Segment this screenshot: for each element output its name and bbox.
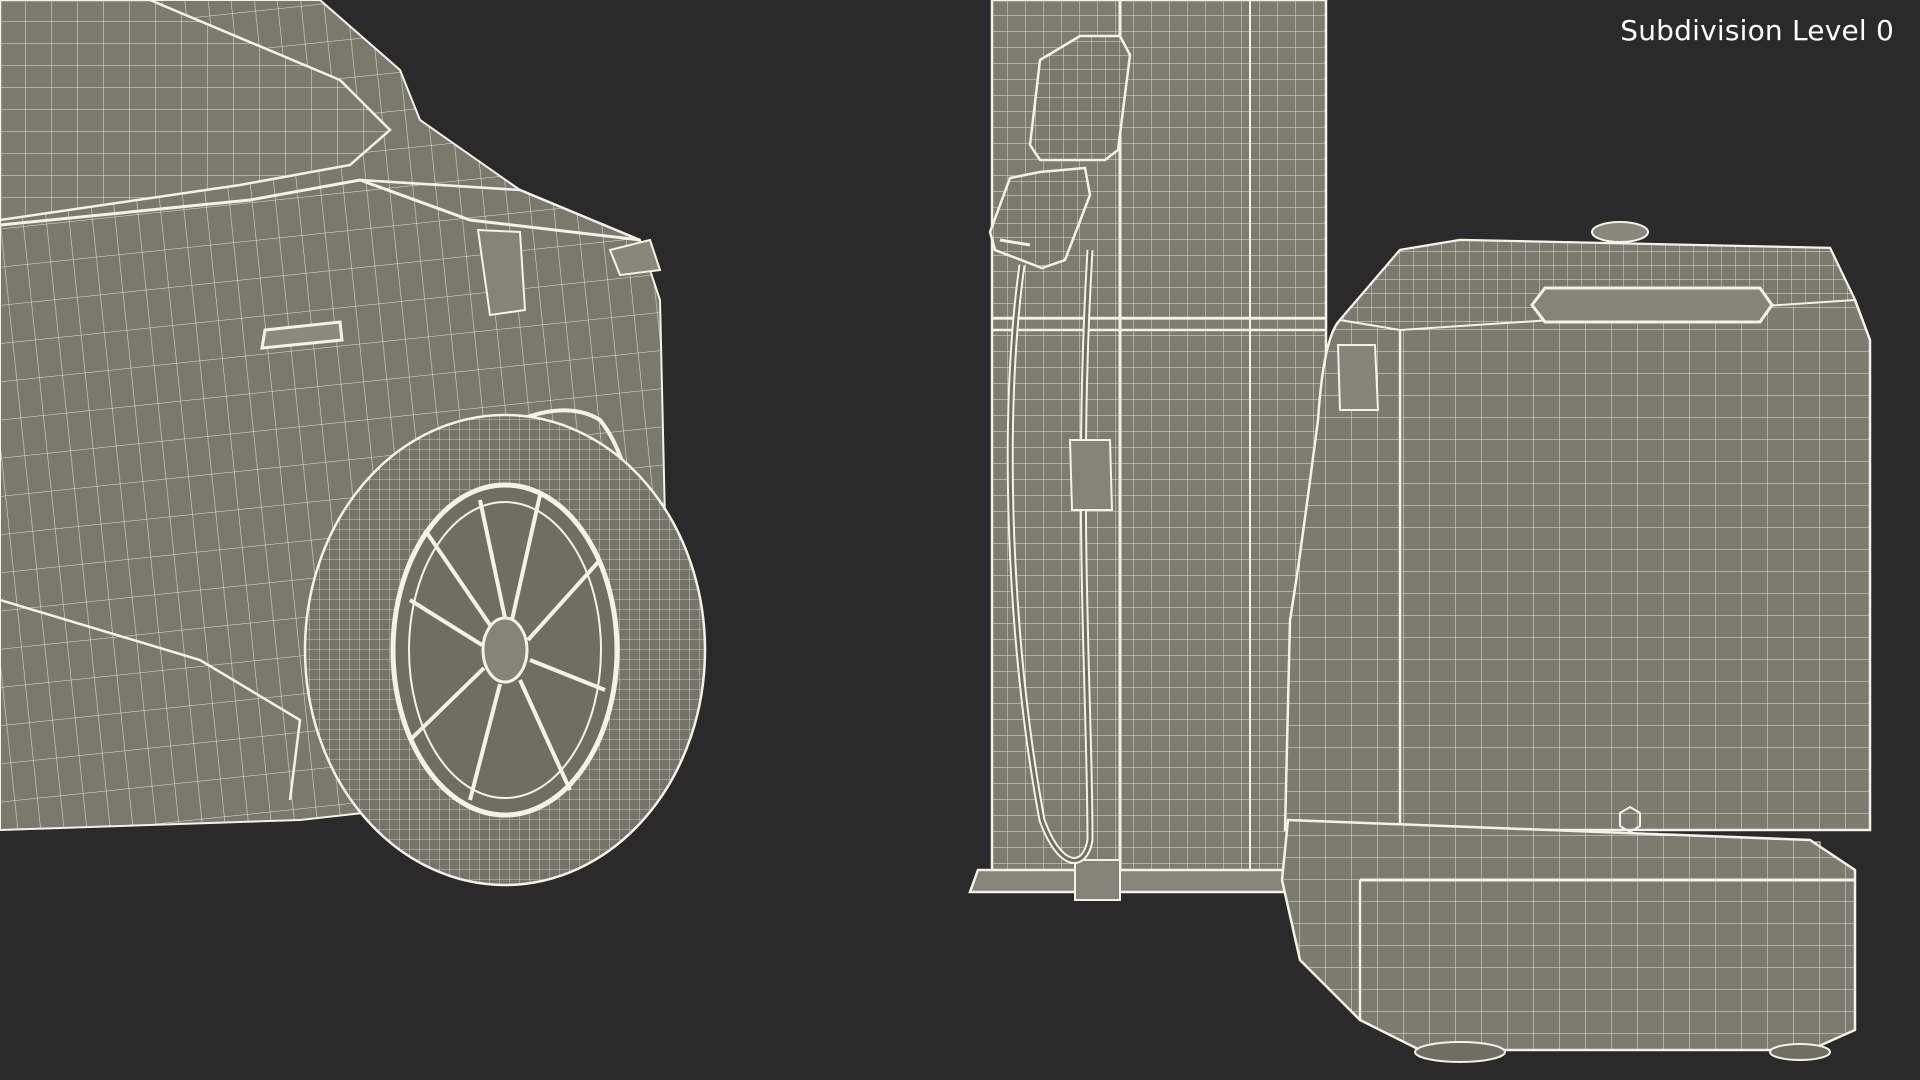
wireframe-scene [0,0,1872,1063]
robot-wheel [1769,1043,1831,1061]
render-viewport: Subdivision Level 0 [0,0,1920,1080]
charging-robot [1280,221,1872,1063]
robot-wheel [1414,1041,1506,1063]
car-rim [390,482,620,818]
robot-top-button [1591,221,1649,243]
subdivision-level-label: Subdivision Level 0 [1620,14,1894,47]
robot-light-bar [1530,286,1774,324]
cable-guide [1068,439,1114,511]
robot-base [1280,818,1857,1052]
robot-body [1283,238,1872,832]
car-front [0,0,707,887]
robot-side-sensor [1336,344,1380,411]
